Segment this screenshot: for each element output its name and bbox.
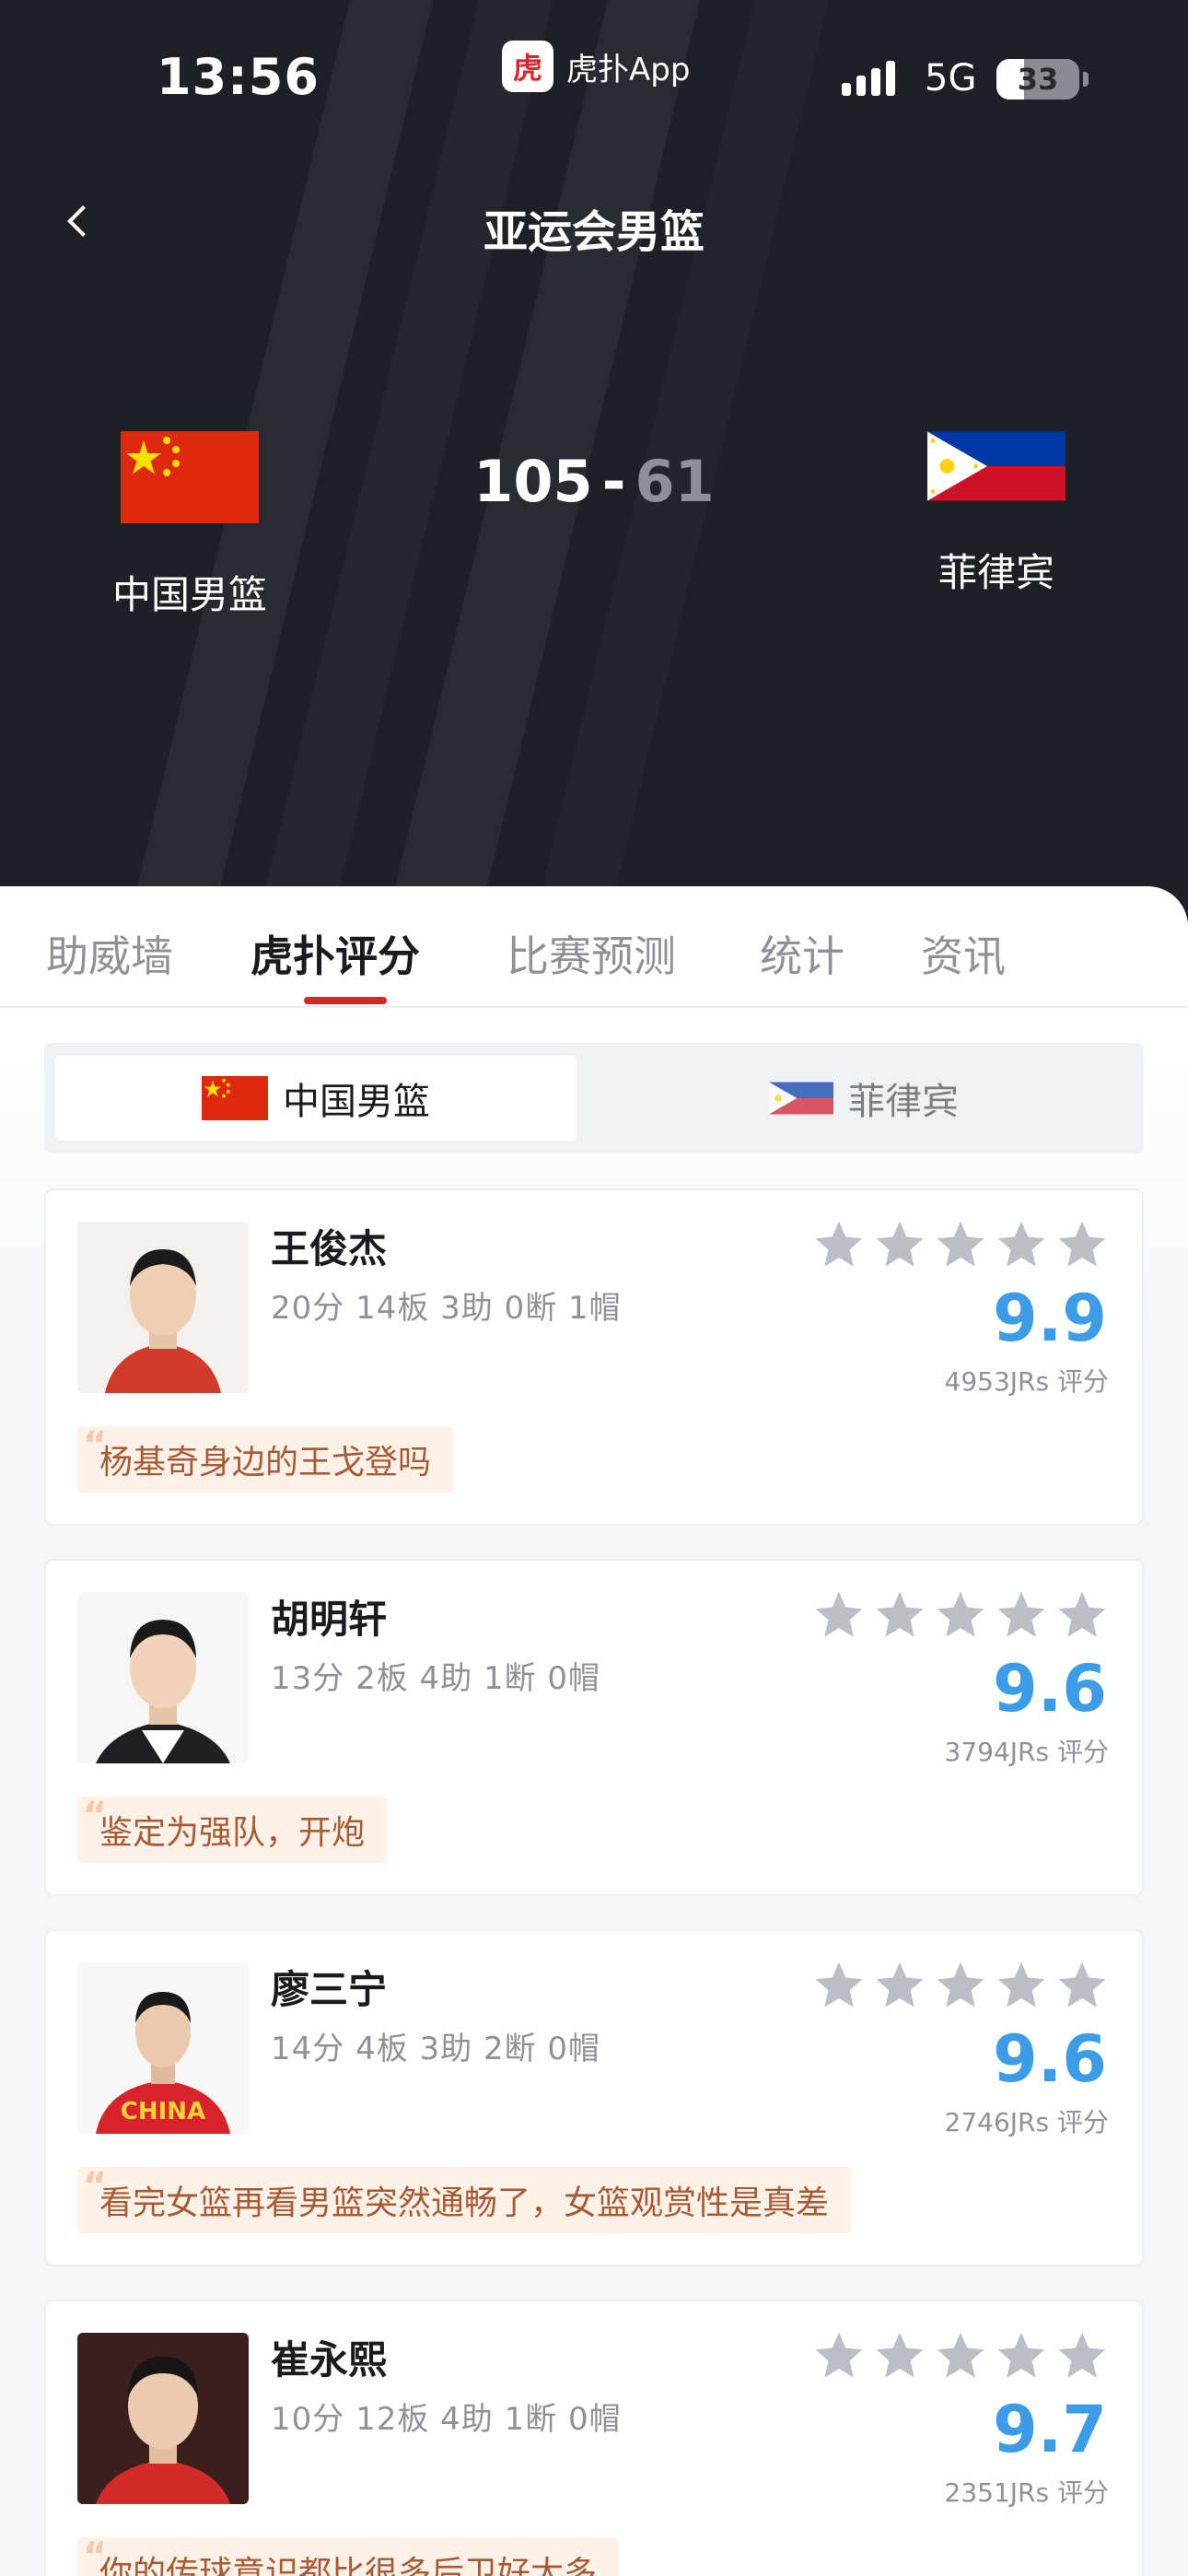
star-icon [997,1591,1045,1637]
player-name: 廖三宁 [271,1967,388,2012]
star-icon [876,2332,924,2378]
tab-news[interactable]: 资讯 [921,923,1006,984]
top-comment[interactable]: “ 杨基奇身边的王戈登吗 [77,1424,454,1493]
star-rating[interactable] [812,1588,1109,1642]
player-name: 王俊杰 [271,1226,388,1271]
china-flag-icon [202,1076,268,1120]
network-type: 5G [925,57,977,100]
star-rating[interactable] [812,1218,1109,1271]
quote-icon: “ [83,2165,108,2207]
star-icon [937,1961,984,2008]
hupu-app-icon: 虎 [502,41,553,92]
star-icon [997,2332,1045,2378]
player-rating-card[interactable]: 崔永熙 10分 12板 4助 1断 0帽 9.7 2351JRs 评分 “ 你的… [44,2300,1144,2576]
tab-bar: 助威墙 虎扑评分 比赛预测 统计 资讯 [0,886,1188,1008]
player-stats: 10分 12板 4助 1断 0帽 [271,2401,622,2438]
score-separator: - [601,448,626,515]
content-panel: 助威墙 虎扑评分 比赛预测 统计 资讯 中国男篮 菲律宾 王俊杰 20分 14板… [0,886,1188,2576]
player-avatar [77,1592,249,1763]
team-toggle: 中国男篮 菲律宾 [44,1043,1144,1153]
away-team[interactable]: 菲律宾 [877,431,1116,598]
star-icon [1058,1221,1106,1267]
philippines-flag-icon [927,431,1066,501]
star-icon [876,1591,924,1637]
player-rating-score: 9.6 [992,1651,1107,1727]
player-rating-card[interactable]: CHINA 廖三宁 14分 4板 3助 2断 0帽 9.6 2746JRs 评分… [44,1929,1144,2266]
toggle-philippines[interactable]: 菲律宾 [597,1056,1131,1141]
star-icon [815,1591,863,1637]
svg-text:CHINA: CHINA [121,2098,205,2125]
player-rating-count: 4953JRs 评分 [944,1366,1109,1397]
status-time: 13:56 [157,48,320,106]
player-avatar: CHINA [77,1962,249,2134]
player-rating-card[interactable]: 王俊杰 20分 14板 3助 0断 1帽 9.9 4953JRs 评分 “ 杨基… [44,1188,1144,1526]
philippines-flag-icon [769,1082,833,1115]
match-header: 13:56 虎 虎扑App 5G 33 亚运会男篮 中国男篮 105-61 菲律… [0,0,1188,921]
star-rating[interactable] [812,2329,1109,2383]
player-stats: 14分 4板 3助 2断 0帽 [271,2031,601,2067]
star-icon [937,2332,984,2378]
star-icon [815,1221,863,1267]
player-rating-score: 9.9 [992,1281,1107,1356]
star-icon [997,1221,1045,1267]
status-bar: 13:56 虎 虎扑App 5G 33 [0,0,1188,157]
battery-icon: 33 [996,59,1079,100]
quote-icon: “ [83,1424,108,1467]
star-icon [1058,1591,1106,1637]
battery-percent: 33 [1017,62,1059,97]
star-rating[interactable] [812,1959,1109,2012]
cellular-signal-icon [842,61,895,96]
star-icon [815,2332,863,2378]
top-comment-text: 你的传球意识都比很多后卫好太多 [99,2555,598,2576]
star-icon [937,1591,984,1637]
star-icon [1058,1961,1106,2008]
top-comment-text: 鉴定为强队，开炮 [99,1814,366,1852]
tab-cheer-wall[interactable]: 助威墙 [46,923,173,984]
toggle-china-label: 中国男篮 [283,1081,430,1123]
star-icon [1058,2332,1106,2378]
star-icon [937,1221,984,1267]
home-score: 105 [473,448,593,515]
player-stats: 20分 14板 3助 0断 1帽 [271,1290,622,1327]
star-icon [997,1961,1045,2008]
player-name: 胡明轩 [271,1597,388,1642]
player-rating-count: 2746JRs 评分 [944,2107,1109,2137]
toggle-china[interactable]: 中国男篮 [55,1056,577,1141]
top-comment-text: 杨基奇身边的王戈登吗 [99,1444,432,1481]
toggle-philippines-label: 菲律宾 [848,1081,959,1123]
app-name: 虎扑App [566,51,691,88]
player-stats: 13分 2板 4助 1断 0帽 [271,1660,601,1697]
top-comment[interactable]: “ 你的传球意识都比很多后卫好太多 [77,2535,620,2576]
player-rating-score: 9.6 [992,2021,1107,2097]
star-icon [876,1961,924,2008]
tab-stats[interactable]: 统计 [760,923,844,984]
player-rating-card[interactable]: 胡明轩 13分 2板 4助 1断 0帽 9.6 3794JRs 评分 “ 鉴定为… [44,1559,1144,1896]
top-comment-text: 看完女篮再看男篮突然通畅了，女篮观赏性是真差 [99,2184,830,2222]
player-rating-count: 3794JRs 评分 [944,1737,1109,1767]
battery-tip [1083,72,1089,87]
star-icon [815,1961,863,2008]
home-team-name: 中国男篮 [111,572,267,617]
quote-icon: “ [83,2535,108,2576]
away-team-name: 菲律宾 [938,550,1054,595]
player-rating-score: 9.7 [992,2392,1107,2467]
player-avatar [77,2333,249,2504]
top-comment[interactable]: “ 鉴定为强队，开炮 [77,1795,388,1863]
tab-prediction[interactable]: 比赛预测 [507,923,676,984]
top-comment[interactable]: “ 看完女篮再看男篮突然通畅了，女篮观赏性是真差 [77,2165,852,2233]
player-name: 崔永熙 [271,2337,388,2383]
active-tab-indicator [304,997,387,1004]
app-badge[interactable]: 虎 虎扑App [502,41,690,92]
player-rating-count: 2351JRs 评分 [944,2477,1109,2508]
player-avatar [77,1222,249,1393]
page-title: 亚运会男篮 [483,206,705,258]
quote-icon: “ [83,1795,108,1837]
star-icon [876,1221,924,1267]
tab-hupu-rating[interactable]: 虎扑评分 [250,923,420,984]
away-score: 61 [635,448,715,515]
